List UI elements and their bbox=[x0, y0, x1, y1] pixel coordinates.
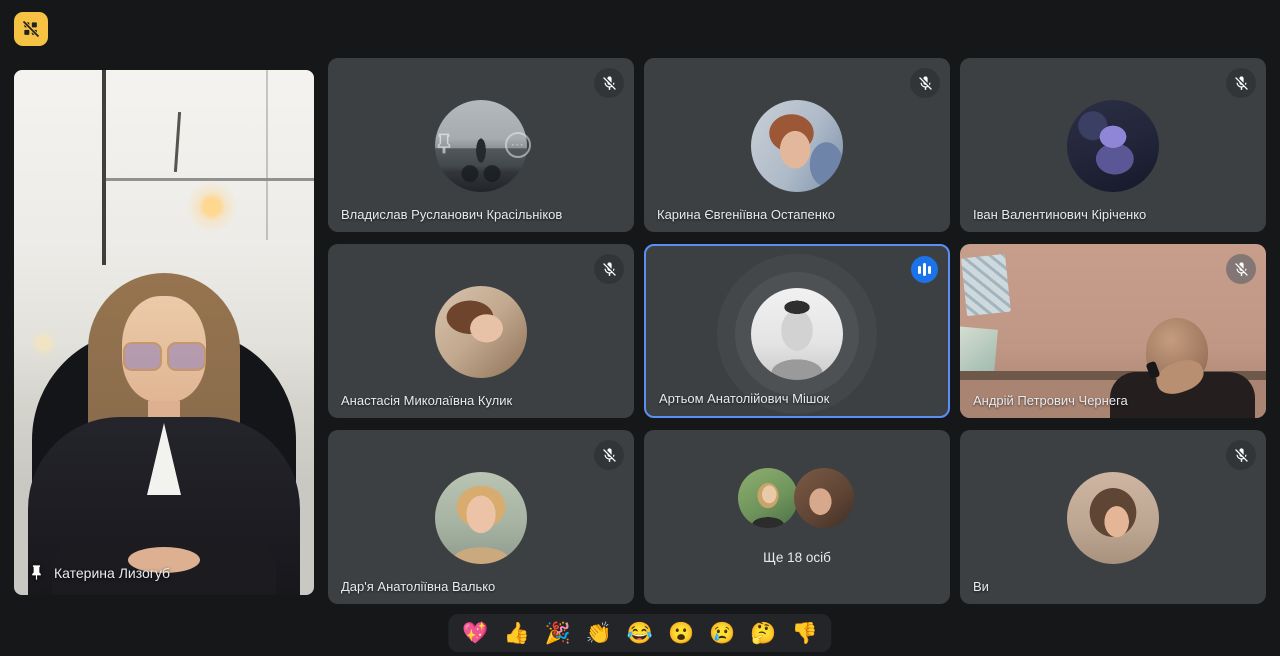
participants-grid: ⋯ Владислав Русланович Красільніков Кари… bbox=[328, 58, 1266, 604]
participant-tile-video[interactable]: Андрій Петрович Чернега bbox=[960, 244, 1266, 418]
participant-name: Іван Валентинович Кіріченко bbox=[973, 207, 1146, 222]
participant-name: Катерина Лизогуб bbox=[54, 565, 170, 581]
mic-off-icon bbox=[594, 68, 624, 98]
avatar bbox=[738, 468, 798, 528]
avatar bbox=[1067, 472, 1159, 564]
video-frame bbox=[14, 70, 314, 595]
mic-off-icon bbox=[594, 254, 624, 284]
more-people-tile[interactable]: Ще 18 осіб bbox=[644, 430, 950, 604]
mic-off-icon bbox=[1226, 68, 1256, 98]
participant-tile[interactable]: Дар'я Анатоліївна Валько bbox=[328, 430, 634, 604]
reaction-emoji[interactable]: 👏 bbox=[586, 623, 612, 644]
overflow-avatars bbox=[738, 468, 856, 528]
reaction-emoji[interactable]: 🎉 bbox=[545, 623, 571, 644]
reaction-emoji[interactable]: 😂 bbox=[627, 623, 653, 644]
avatar bbox=[751, 100, 843, 192]
reaction-emoji[interactable]: 🤔 bbox=[750, 623, 776, 644]
mic-off-icon bbox=[1226, 254, 1256, 284]
more-people-label: Ще 18 осіб bbox=[644, 550, 950, 565]
mic-off-icon bbox=[1226, 440, 1256, 470]
mic-off-icon bbox=[594, 440, 624, 470]
reactions-bar: 💖 👍 🎉 👏 😂 😮 😢 🤔 👎 bbox=[448, 614, 831, 652]
participant-name: Дар'я Анатоліївна Валько bbox=[341, 579, 495, 594]
avatar bbox=[435, 472, 527, 564]
pin-icon[interactable] bbox=[433, 133, 455, 158]
participant-name: Владислав Русланович Красільніков bbox=[341, 207, 562, 222]
avatar bbox=[435, 286, 527, 378]
avatar bbox=[794, 468, 854, 528]
grid-off-icon bbox=[21, 19, 41, 39]
participant-tile[interactable]: Іван Валентинович Кіріченко bbox=[960, 58, 1266, 232]
pin-icon bbox=[28, 564, 45, 581]
participant-tile[interactable]: ⋯ Владислав Русланович Красільніков bbox=[328, 58, 634, 232]
avatar bbox=[751, 288, 843, 380]
participant-name: Артьом Анатолійович Мішок bbox=[659, 391, 829, 406]
participant-name: Карина Євгеніївна Остапенко bbox=[657, 207, 835, 222]
more-options-icon[interactable]: ⋯ bbox=[505, 132, 531, 158]
reaction-emoji[interactable]: 😮 bbox=[668, 623, 694, 644]
reaction-emoji[interactable]: 👍 bbox=[503, 623, 529, 644]
participant-tile[interactable]: Карина Євгеніївна Остапенко bbox=[644, 58, 950, 232]
speaking-indicator-icon bbox=[911, 256, 938, 283]
grid-off-badge[interactable] bbox=[14, 12, 48, 46]
participant-tile[interactable]: Анастасія Миколаївна Кулик bbox=[328, 244, 634, 418]
pinned-name-label: Катерина Лизогуб bbox=[28, 564, 170, 581]
reaction-emoji[interactable]: 💖 bbox=[462, 623, 488, 644]
reaction-emoji[interactable]: 👎 bbox=[792, 623, 818, 644]
participant-name: Ви bbox=[973, 579, 989, 594]
pinned-video-tile[interactable]: Катерина Лизогуб bbox=[14, 70, 314, 595]
mic-off-icon bbox=[910, 68, 940, 98]
participant-tile-speaking[interactable]: Артьом Анатолійович Мішок bbox=[644, 244, 950, 418]
self-tile[interactable]: Ви bbox=[960, 430, 1266, 604]
reaction-emoji[interactable]: 😢 bbox=[709, 623, 735, 644]
avatar bbox=[1067, 100, 1159, 192]
participant-name: Анастасія Миколаївна Кулик bbox=[341, 393, 512, 408]
participant-name: Андрій Петрович Чернега bbox=[973, 393, 1128, 408]
